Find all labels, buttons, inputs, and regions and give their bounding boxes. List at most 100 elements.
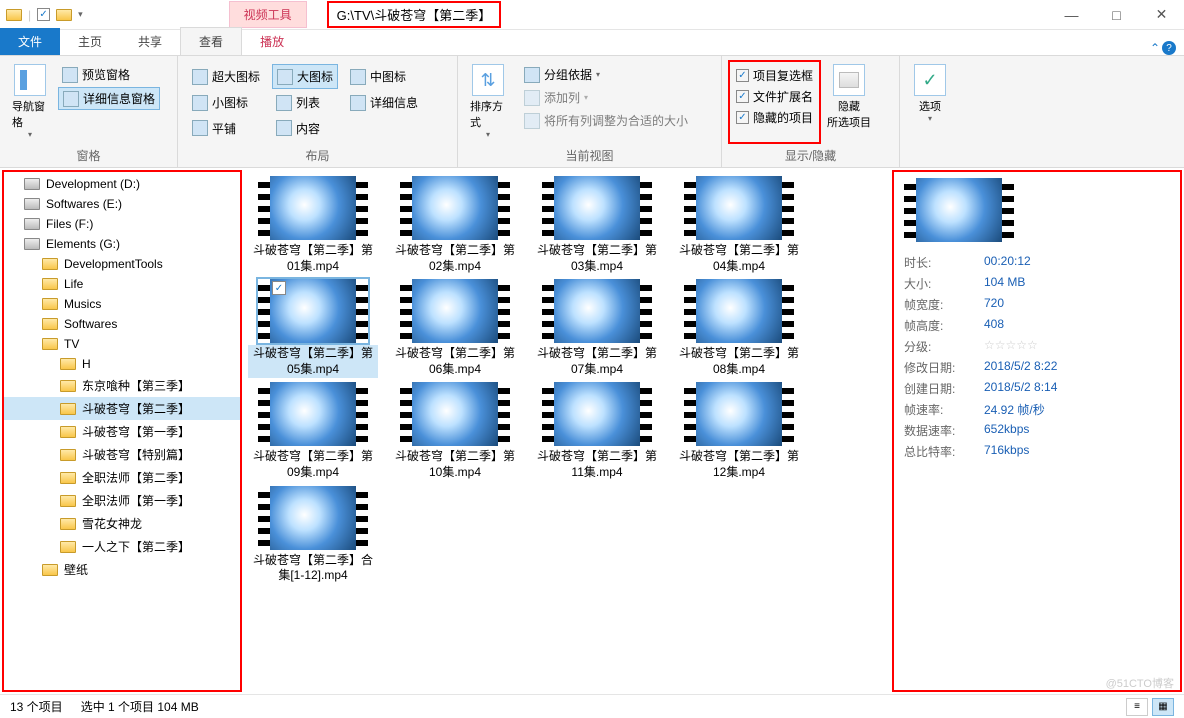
layout-icon [192,120,208,136]
item-checkboxes-toggle[interactable]: ✓项目复选框 [734,66,815,85]
detail-row: 创建日期:2018/5/2 8:14 [904,378,1170,399]
layout-label: 大图标 [297,68,333,85]
tree-node[interactable]: Softwares [4,314,240,334]
sort-button[interactable]: ⇅ 排序方式 ▾ [464,60,512,144]
file-thumbnail [258,382,368,446]
file-item[interactable]: 斗破苍穹【第二季】第12集.mp4 [674,382,804,481]
detail-row: 时长:00:20:12 [904,252,1170,273]
status-bar: 13 个项目 选中 1 个项目 104 MB ≡ ▦ [0,694,1184,718]
autofit-icon [524,113,540,129]
layout-option[interactable]: 大图标 [272,64,338,89]
detail-row: 分级:☆☆☆☆☆ [904,336,1170,357]
layout-label: 列表 [296,94,320,111]
layout-option[interactable]: 列表 [272,91,338,114]
tab-share[interactable]: 共享 [120,28,180,55]
options-label: 选项 [919,98,941,114]
tree-node[interactable]: Life [4,274,240,294]
ribbon-tabs: 文件 主页 共享 查看 播放 ⌃ ? [0,30,1184,56]
hide-icon [839,72,859,88]
tree-node[interactable]: TV [4,334,240,354]
hide-selected-button[interactable]: 隐藏 所选项目 [825,60,873,144]
hidden-items-toggle[interactable]: ✓隐藏的项目 [734,108,815,127]
tree-node[interactable]: Files (F:) [4,214,240,234]
tree-node[interactable]: Elements (G:) [4,234,240,254]
navigation-tree[interactable]: Development (D:) Softwares (E:)Files (F:)… [2,170,242,692]
tree-node[interactable]: 壁纸 [4,558,240,581]
detail-value: 652kbps [984,422,1029,439]
detail-value: 2018/5/2 8:22 [984,359,1057,376]
showhide-group-label: 显示/隐藏 [728,144,893,167]
file-item[interactable]: 斗破苍穹【第二季】第03集.mp4 [532,176,662,275]
tree-node-label: Development (D:) [46,177,140,191]
addcolumn-icon [524,90,540,106]
layout-option[interactable]: 内容 [272,117,338,140]
window-title-path: G:\TV\斗破苍穹【第二季】 [327,1,502,28]
tree-node-label: 全职法师【第二季】 [82,469,190,486]
file-item[interactable]: ✓斗破苍穹【第二季】第05集.mp4 [248,279,378,378]
file-checkbox[interactable]: ✓ [272,281,286,295]
options-button[interactable]: ✓ 选项 ▾ [906,60,954,147]
drive-icon [24,218,40,230]
file-name: 斗破苍穹【第二季】第09集.mp4 [248,448,378,481]
details-pane-button[interactable]: 详细信息窗格 [58,87,160,110]
file-item[interactable]: 斗破苍穹【第二季】第07集.mp4 [532,279,662,378]
tab-play[interactable]: 播放 [242,28,302,55]
detail-row: 帧高度:408 [904,315,1170,336]
folder-icon [60,472,76,484]
detail-value: 2018/5/2 8:14 [984,380,1057,397]
detail-value: 104 MB [984,275,1025,292]
ribbon-help-icon[interactable]: ⌃ ? [1150,41,1176,55]
tree-node[interactable]: 斗破苍穹【第一季】 [4,420,240,443]
file-item[interactable]: 斗破苍穹【第二季】合集[1-12].mp4 [248,486,378,585]
file-item[interactable]: 斗破苍穹【第二季】第01集.mp4 [248,176,378,275]
tab-home[interactable]: 主页 [60,28,120,55]
file-name: 斗破苍穹【第二季】合集[1-12].mp4 [248,552,378,585]
detail-value: 408 [984,317,1004,334]
tree-node[interactable]: Development (D:) [4,174,240,194]
file-item[interactable]: 斗破苍穹【第二季】第06集.mp4 [390,279,520,378]
tab-view[interactable]: 查看 [180,27,242,55]
layout-option[interactable]: 超大图标 [188,64,264,89]
file-item[interactable]: 斗破苍穹【第二季】第08集.mp4 [674,279,804,378]
tree-node[interactable]: Musics [4,294,240,314]
tree-node[interactable]: DevelopmentTools [4,254,240,274]
tree-node[interactable]: 东京喰种【第三季】 [4,374,240,397]
file-item[interactable]: 斗破苍穹【第二季】第10集.mp4 [390,382,520,481]
options-icon: ✓ [922,70,937,91]
groupby-button[interactable]: 分组依据 ▾ [520,64,692,85]
layout-option[interactable]: 小图标 [188,91,264,114]
file-name: 斗破苍穹【第二季】第06集.mp4 [390,345,520,378]
folder-icon [60,403,76,415]
tree-node[interactable]: 一人之下【第二季】 [4,535,240,558]
file-name: 斗破苍穹【第二季】第12集.mp4 [674,448,804,481]
tree-node[interactable]: 雪花女神龙 [4,512,240,535]
qat-dropdown-icon[interactable]: ▾ [78,9,83,20]
tree-node[interactable]: 全职法师【第二季】 [4,466,240,489]
chevron-down-icon: ▾ [928,114,932,123]
file-ext-toggle[interactable]: ✓文件扩展名 [734,87,815,106]
autofit-button[interactable]: 将所有列调整为合适的大小 [520,110,692,131]
layout-option[interactable]: 详细信息 [346,91,422,114]
minimize-button[interactable]: — [1049,0,1094,30]
file-item[interactable]: 斗破苍穹【第二季】第04集.mp4 [674,176,804,275]
layout-option[interactable]: 平铺 [188,117,264,140]
tree-node[interactable]: Softwares (E:) [4,194,240,214]
hidden-items-label: 隐藏的项目 [753,109,813,126]
preview-pane-button[interactable]: 预览窗格 [58,64,160,85]
addcolumn-label: 添加列 [544,89,580,106]
addcolumn-button[interactable]: 添加列 ▾ [520,87,692,108]
tab-file[interactable]: 文件 [0,28,60,55]
file-item[interactable]: 斗破苍穹【第二季】第09集.mp4 [248,382,378,481]
layout-option[interactable]: 中图标 [346,64,422,89]
tree-node[interactable]: H [4,354,240,374]
tree-node[interactable]: 斗破苍穹【特别篇】 [4,443,240,466]
qat-checkbox[interactable]: ✓ [37,8,50,21]
file-list[interactable]: 斗破苍穹【第二季】第01集.mp4斗破苍穹【第二季】第02集.mp4斗破苍穹【第… [244,168,890,694]
maximize-button[interactable]: □ [1094,0,1139,30]
tree-node[interactable]: 斗破苍穹【第二季】 [4,397,240,420]
nav-pane-button[interactable]: 导航窗格 ▾ [6,60,54,144]
close-button[interactable]: ✕ [1139,0,1184,30]
file-item[interactable]: 斗破苍穹【第二季】第02集.mp4 [390,176,520,275]
tree-node[interactable]: 全职法师【第一季】 [4,489,240,512]
file-item[interactable]: 斗破苍穹【第二季】第11集.mp4 [532,382,662,481]
